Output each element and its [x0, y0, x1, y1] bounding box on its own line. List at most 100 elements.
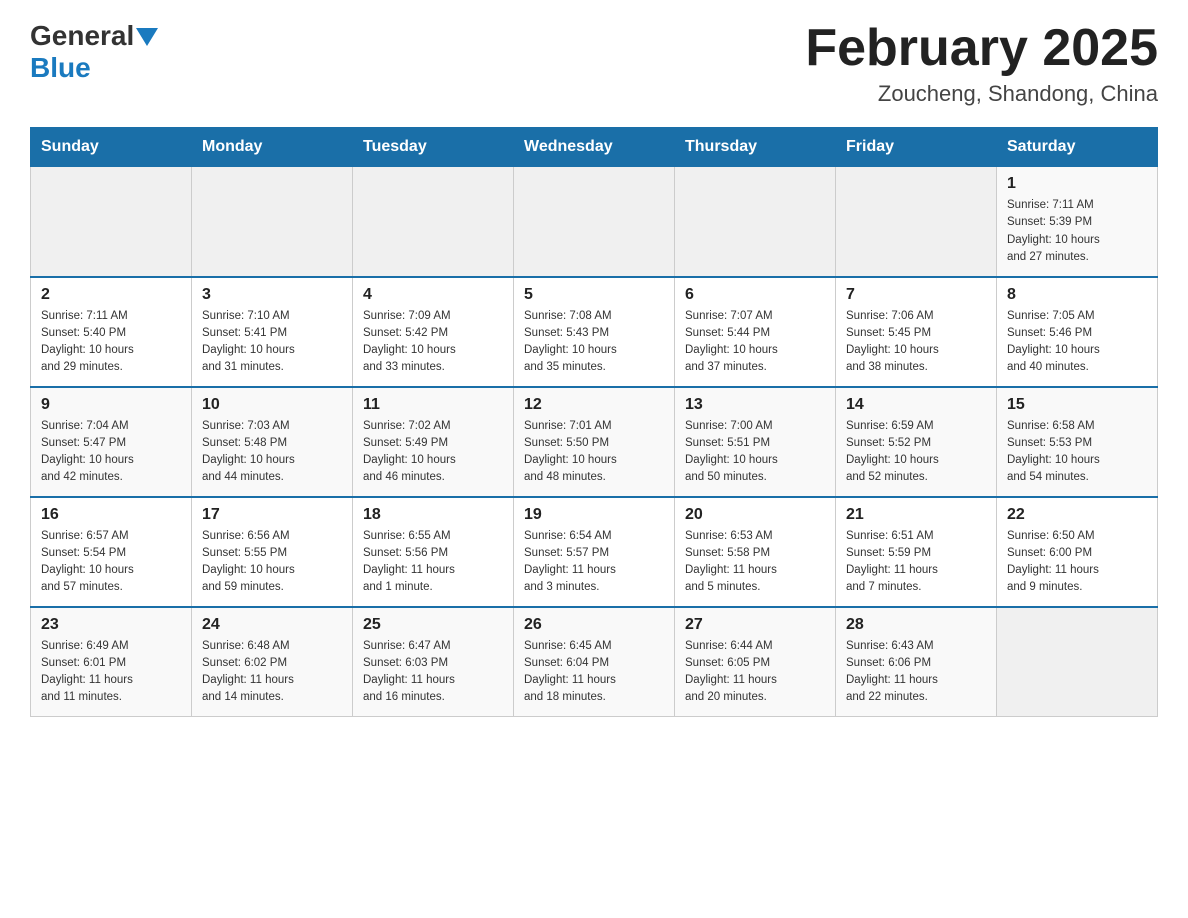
logo-blue-text: Blue [30, 52, 91, 84]
day-info: Sunrise: 6:55 AM Sunset: 5:56 PM Dayligh… [363, 528, 503, 597]
calendar-cell: 26 Sunrise: 6:45 AM Sunset: 6:04 PM Dayli… [514, 607, 675, 717]
calendar-cell: 20 Sunrise: 6:53 AM Sunset: 5:58 PM Dayli… [675, 497, 836, 607]
logo-general-text: General [30, 20, 134, 52]
logo: General Blue [30, 20, 158, 84]
weekday-header-row: Sunday Monday Tuesday Wednesday Thursday… [31, 128, 1158, 167]
day-info: Sunrise: 7:03 AM Sunset: 5:48 PM Dayligh… [202, 418, 342, 487]
day-number: 10 [202, 396, 342, 414]
header-sunday: Sunday [31, 128, 192, 167]
day-info: Sunrise: 7:11 AM Sunset: 5:40 PM Dayligh… [41, 308, 181, 377]
day-number: 4 [363, 286, 503, 304]
day-number: 2 [41, 286, 181, 304]
day-number: 11 [363, 396, 503, 414]
calendar-row: 1 Sunrise: 7:11 AM Sunset: 5:39 PM Daylig… [31, 167, 1158, 277]
calendar-cell: 7 Sunrise: 7:06 AM Sunset: 5:45 PM Daylig… [836, 277, 997, 387]
calendar-cell: 27 Sunrise: 6:44 AM Sunset: 6:05 PM Dayli… [675, 607, 836, 717]
day-number: 15 [1007, 396, 1147, 414]
day-number: 20 [685, 506, 825, 524]
day-info: Sunrise: 7:01 AM Sunset: 5:50 PM Dayligh… [524, 418, 664, 487]
day-info: Sunrise: 6:49 AM Sunset: 6:01 PM Dayligh… [41, 638, 181, 707]
calendar-row: 2 Sunrise: 7:11 AM Sunset: 5:40 PM Daylig… [31, 277, 1158, 387]
header-friday: Friday [836, 128, 997, 167]
day-info: Sunrise: 6:47 AM Sunset: 6:03 PM Dayligh… [363, 638, 503, 707]
day-number: 5 [524, 286, 664, 304]
day-info: Sunrise: 6:48 AM Sunset: 6:02 PM Dayligh… [202, 638, 342, 707]
calendar-cell: 2 Sunrise: 7:11 AM Sunset: 5:40 PM Daylig… [31, 277, 192, 387]
day-info: Sunrise: 6:58 AM Sunset: 5:53 PM Dayligh… [1007, 418, 1147, 487]
day-info: Sunrise: 7:10 AM Sunset: 5:41 PM Dayligh… [202, 308, 342, 377]
calendar-cell [514, 167, 675, 277]
calendar-cell: 9 Sunrise: 7:04 AM Sunset: 5:47 PM Daylig… [31, 387, 192, 497]
day-number: 3 [202, 286, 342, 304]
day-number: 9 [41, 396, 181, 414]
day-number: 14 [846, 396, 986, 414]
calendar-cell [353, 167, 514, 277]
day-info: Sunrise: 6:45 AM Sunset: 6:04 PM Dayligh… [524, 638, 664, 707]
header-monday: Monday [192, 128, 353, 167]
calendar-row: 23 Sunrise: 6:49 AM Sunset: 6:01 PM Dayli… [31, 607, 1158, 717]
calendar-cell [192, 167, 353, 277]
day-number: 24 [202, 616, 342, 634]
calendar-cell: 17Sunrise: 6:56 AM Sunset: 5:55 PM Dayli… [192, 497, 353, 607]
day-info: Sunrise: 7:06 AM Sunset: 5:45 PM Dayligh… [846, 308, 986, 377]
calendar-cell: 13Sunrise: 7:00 AM Sunset: 5:51 PM Dayli… [675, 387, 836, 497]
header-saturday: Saturday [997, 128, 1158, 167]
calendar-cell: 15 Sunrise: 6:58 AM Sunset: 5:53 PM Dayli… [997, 387, 1158, 497]
calendar-cell: 16Sunrise: 6:57 AM Sunset: 5:54 PM Dayli… [31, 497, 192, 607]
calendar-cell: 22Sunrise: 6:50 AM Sunset: 6:00 PM Dayli… [997, 497, 1158, 607]
page-header: General Blue February 2025 Zoucheng, Sha… [30, 20, 1158, 107]
day-number: 18 [363, 506, 503, 524]
calendar-row: 9 Sunrise: 7:04 AM Sunset: 5:47 PM Daylig… [31, 387, 1158, 497]
location-subtitle: Zoucheng, Shandong, China [805, 81, 1158, 107]
calendar-cell: 3 Sunrise: 7:10 AM Sunset: 5:41 PM Daylig… [192, 277, 353, 387]
day-info: Sunrise: 7:11 AM Sunset: 5:39 PM Dayligh… [1007, 197, 1147, 266]
calendar-cell: 21Sunrise: 6:51 AM Sunset: 5:59 PM Dayli… [836, 497, 997, 607]
day-info: Sunrise: 7:07 AM Sunset: 5:44 PM Dayligh… [685, 308, 825, 377]
day-info: Sunrise: 6:51 AM Sunset: 5:59 PM Dayligh… [846, 528, 986, 597]
day-info: Sunrise: 6:44 AM Sunset: 6:05 PM Dayligh… [685, 638, 825, 707]
calendar-cell: 11 Sunrise: 7:02 AM Sunset: 5:49 PM Dayli… [353, 387, 514, 497]
day-info: Sunrise: 7:09 AM Sunset: 5:42 PM Dayligh… [363, 308, 503, 377]
calendar-cell: 10 Sunrise: 7:03 AM Sunset: 5:48 PM Dayli… [192, 387, 353, 497]
day-info: Sunrise: 7:08 AM Sunset: 5:43 PM Dayligh… [524, 308, 664, 377]
day-info: Sunrise: 6:53 AM Sunset: 5:58 PM Dayligh… [685, 528, 825, 597]
day-number: 25 [363, 616, 503, 634]
calendar-cell [836, 167, 997, 277]
calendar-cell: 28 Sunrise: 6:43 AM Sunset: 6:06 PM Dayli… [836, 607, 997, 717]
day-number: 27 [685, 616, 825, 634]
day-number: 6 [685, 286, 825, 304]
day-number: 1 [1007, 175, 1147, 193]
calendar-cell: 14Sunrise: 6:59 AM Sunset: 5:52 PM Dayli… [836, 387, 997, 497]
logo-triangle-icon [136, 28, 158, 46]
header-thursday: Thursday [675, 128, 836, 167]
day-info: Sunrise: 7:02 AM Sunset: 5:49 PM Dayligh… [363, 418, 503, 487]
month-title: February 2025 [805, 20, 1158, 77]
calendar-cell: 6 Sunrise: 7:07 AM Sunset: 5:44 PM Daylig… [675, 277, 836, 387]
day-info: Sunrise: 7:05 AM Sunset: 5:46 PM Dayligh… [1007, 308, 1147, 377]
header-wednesday: Wednesday [514, 128, 675, 167]
day-number: 22 [1007, 506, 1147, 524]
calendar-cell: 12 Sunrise: 7:01 AM Sunset: 5:50 PM Dayli… [514, 387, 675, 497]
day-number: 12 [524, 396, 664, 414]
day-number: 16 [41, 506, 181, 524]
header-tuesday: Tuesday [353, 128, 514, 167]
day-number: 8 [1007, 286, 1147, 304]
calendar-cell: 4 Sunrise: 7:09 AM Sunset: 5:42 PM Daylig… [353, 277, 514, 387]
calendar-cell [997, 607, 1158, 717]
calendar-cell: 19Sunrise: 6:54 AM Sunset: 5:57 PM Dayli… [514, 497, 675, 607]
day-number: 28 [846, 616, 986, 634]
day-info: Sunrise: 6:54 AM Sunset: 5:57 PM Dayligh… [524, 528, 664, 597]
calendar-cell [31, 167, 192, 277]
day-number: 7 [846, 286, 986, 304]
calendar-cell: 18 Sunrise: 6:55 AM Sunset: 5:56 PM Dayli… [353, 497, 514, 607]
day-number: 13 [685, 396, 825, 414]
calendar-cell: 1 Sunrise: 7:11 AM Sunset: 5:39 PM Daylig… [997, 167, 1158, 277]
day-number: 23 [41, 616, 181, 634]
day-info: Sunrise: 6:56 AM Sunset: 5:55 PM Dayligh… [202, 528, 342, 597]
day-info: Sunrise: 7:04 AM Sunset: 5:47 PM Dayligh… [41, 418, 181, 487]
calendar-cell: 5 Sunrise: 7:08 AM Sunset: 5:43 PM Daylig… [514, 277, 675, 387]
day-number: 26 [524, 616, 664, 634]
title-block: February 2025 Zoucheng, Shandong, China [805, 20, 1158, 107]
day-info: Sunrise: 6:43 AM Sunset: 6:06 PM Dayligh… [846, 638, 986, 707]
calendar-cell [675, 167, 836, 277]
